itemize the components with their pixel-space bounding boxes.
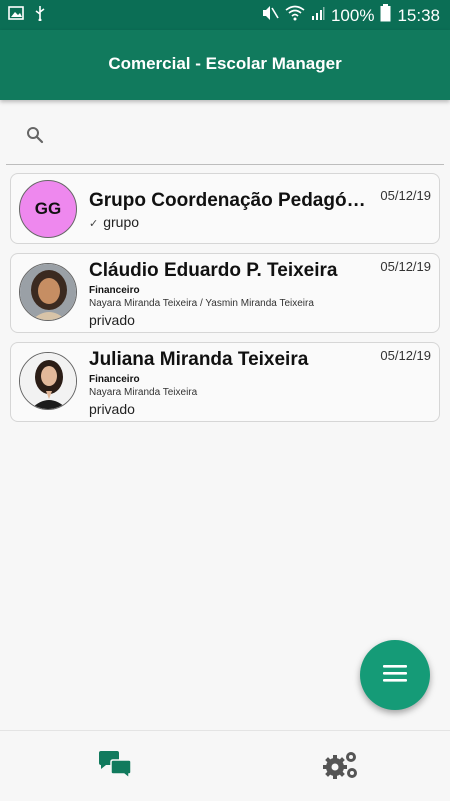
avatar (19, 352, 77, 410)
avatar: GG (19, 180, 77, 238)
chat-item-private[interactable]: Cláudio Eduardo P. Teixeira 05/12/19 Fin… (10, 253, 440, 333)
search-bar (6, 112, 444, 165)
search-icon[interactable] (26, 126, 44, 149)
avatar-photo-icon (20, 264, 76, 320)
battery-icon (380, 4, 391, 27)
settings-gears-icon (320, 748, 360, 787)
app-title: Comercial - Escolar Manager (108, 54, 342, 73)
chat-name: Juliana Miranda Teixeira (89, 349, 309, 370)
usb-icon (34, 5, 46, 26)
chat-type: privado (89, 401, 135, 417)
mute-icon (261, 5, 279, 26)
battery-percent: 100% (330, 5, 375, 25)
chat-date: 05/12/19 (380, 348, 431, 363)
chat-icon (97, 750, 133, 785)
status-bar: 100% 15:38 (0, 0, 450, 30)
chat-date: 05/12/19 (380, 259, 431, 274)
avatar-initials: GG (34, 199, 62, 218)
app-bar: Comercial - Escolar Manager (0, 30, 450, 100)
chat-item-private[interactable]: Juliana Miranda Teixeira 05/12/19 Financ… (10, 342, 440, 422)
chat-members: Nayara Miranda Teixeira / Yasmin Miranda… (89, 298, 314, 309)
avatar (19, 263, 77, 321)
chat-type: privado (89, 312, 135, 328)
status-right: 100% 15:38 (261, 4, 440, 27)
chat-name: Grupo Coordenação Pedagógica (89, 190, 374, 211)
menu-icon (382, 663, 408, 688)
search-input[interactable] (56, 120, 430, 152)
image-notification-icon (8, 6, 24, 25)
check-icon: ✓ (89, 218, 99, 230)
nav-settings-button[interactable] (320, 749, 360, 785)
chat-role: Financeiro (89, 374, 140, 385)
chat-subtitle-text: grupo (103, 214, 140, 230)
menu-fab-button[interactable] (360, 640, 430, 710)
avatar-photo-icon (20, 353, 76, 409)
wifi-icon (285, 5, 305, 26)
status-left (8, 5, 46, 26)
chat-name: Cláudio Eduardo P. Teixeira (89, 260, 338, 281)
chat-list: GG Grupo Coordenação Pedagógica 05/12/19… (10, 173, 440, 431)
chat-item-group[interactable]: GG Grupo Coordenação Pedagógica 05/12/19… (10, 173, 440, 244)
chat-subtitle: ✓ grupo (89, 214, 139, 230)
status-time: 15:38 (397, 5, 440, 25)
bottom-nav (0, 730, 450, 801)
nav-chats-button[interactable] (95, 749, 135, 785)
chat-date: 05/12/19 (380, 188, 431, 203)
chat-members: Nayara Miranda Teixeira (89, 387, 198, 398)
chat-role: Financeiro (89, 285, 140, 296)
signal-icon (311, 5, 325, 26)
